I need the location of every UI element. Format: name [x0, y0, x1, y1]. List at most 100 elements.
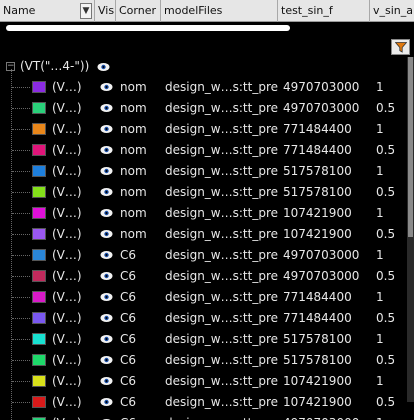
column-header-vis[interactable]: Vis — [95, 0, 116, 22]
table-row[interactable]: (V…) C6 design_w…s:tt_pre 517578100 0.5 — [0, 350, 414, 371]
eye-icon[interactable] — [100, 313, 113, 323]
color-swatch[interactable] — [32, 228, 46, 240]
row-name: (V…) — [52, 206, 82, 220]
table-row[interactable]: (V…) nom design_w…s:tt_pre 517578100 0.5 — [0, 182, 414, 203]
signal-list: (V…) nom design_w…s:tt_pre 4970703000 1 (V…) n… — [0, 77, 414, 420]
column-label-name: Name — [3, 4, 36, 17]
eye-icon[interactable] — [100, 208, 113, 218]
row-model-file: design_w…s:tt_pre — [165, 395, 278, 409]
column-label-test-sin-f: test_sin_f — [281, 4, 333, 17]
table-row[interactable]: (V…) C6 design_w…s:tt_pre 4970703000 1 — [0, 413, 414, 420]
row-v-sin-amp: 1 — [376, 122, 384, 136]
row-test-sin-f: 4970703000 — [283, 269, 360, 283]
table-row[interactable]: (V…) nom design_w…s:tt_pre 107421900 0.5 — [0, 224, 414, 245]
row-test-sin-f: 4970703000 — [283, 416, 359, 420]
column-header-v-sin-amp[interactable]: v_sin_ar — [370, 0, 414, 22]
color-swatch[interactable] — [32, 186, 46, 198]
row-v-sin-amp: 0.5 — [376, 185, 396, 199]
column-header-test-sin-f[interactable]: test_sin_f — [278, 0, 370, 22]
eye-icon[interactable] — [100, 166, 113, 176]
table-row[interactable]: (V…) nom design_w…s:tt_pre 771484400 0.5 — [0, 140, 414, 161]
eye-icon[interactable] — [100, 250, 113, 260]
filter-button[interactable] — [391, 39, 410, 55]
row-test-sin-f: 517578100 — [283, 164, 352, 178]
row-v-sin-amp: 0.5 — [376, 353, 396, 367]
eye-icon[interactable] — [100, 82, 113, 92]
table-row[interactable]: (V…) C6 design_w…s:tt_pre 4970703000 1 — [0, 245, 414, 266]
row-v-sin-amp: 1 — [376, 332, 384, 346]
table-row[interactable]: (V…) nom design_w…s:tt_pre 771484400 1 — [0, 119, 414, 140]
horizontal-scrollbar-thumb[interactable] — [6, 25, 290, 31]
table-row[interactable]: (V…) nom design_w…s:tt_pre 517578100 1 — [0, 161, 414, 182]
table-row[interactable]: (V…) nom design_w…s:tt_pre 4970703000 1 — [0, 77, 414, 98]
vertical-scrollbar[interactable] — [407, 57, 414, 402]
row-test-sin-f: 4970703000 — [283, 248, 360, 262]
row-model-file: design_w…s:tt_pre — [165, 227, 278, 241]
eye-icon[interactable] — [100, 103, 113, 113]
eye-icon[interactable] — [100, 145, 113, 155]
column-header-modelfiles[interactable]: modelFiles — [161, 0, 278, 22]
tree-group-row[interactable]: − (VT("…4-")) — [0, 57, 414, 77]
table-row[interactable]: (V…) C6 design_w…s:tt_pre 107421900 1 — [0, 371, 414, 392]
row-test-sin-f: 4970703000 — [283, 101, 360, 115]
eye-icon[interactable] — [100, 229, 113, 239]
color-swatch[interactable] — [32, 165, 46, 177]
row-name: (V…) — [52, 290, 82, 304]
collapse-toggle[interactable]: − — [6, 62, 15, 71]
color-swatch[interactable] — [32, 102, 46, 114]
sort-down-icon[interactable]: ▼ — [80, 3, 92, 19]
color-swatch[interactable] — [32, 354, 46, 366]
horizontal-scrollbar[interactable] — [0, 22, 414, 34]
row-name: (V…) — [52, 185, 82, 199]
row-name: (V…) — [52, 395, 82, 409]
row-corner: C6 — [120, 269, 137, 283]
row-v-sin-amp: 1 — [376, 206, 384, 220]
eye-icon[interactable] — [100, 355, 113, 365]
row-test-sin-f: 771484400 — [283, 290, 352, 304]
eye-icon[interactable] — [100, 397, 113, 407]
column-label-v-sin-amp: v_sin_ar — [373, 4, 414, 17]
row-v-sin-amp: 0.5 — [376, 311, 396, 325]
table-row[interactable]: (V…) C6 design_w…s:tt_pre 771484400 0.5 — [0, 308, 414, 329]
color-swatch[interactable] — [32, 396, 46, 408]
tree-branch-line — [12, 213, 30, 214]
eye-icon[interactable] — [100, 334, 113, 344]
table-row[interactable]: (V…) C6 design_w…s:tt_pre 771484400 1 — [0, 287, 414, 308]
row-v-sin-amp: 0.5 — [376, 395, 396, 409]
color-swatch[interactable] — [32, 123, 46, 135]
color-swatch[interactable] — [32, 333, 46, 345]
eye-icon[interactable] — [100, 292, 113, 302]
row-model-file: design_w…s:tt_pre — [165, 185, 278, 199]
row-model-file: design_w…s:tt_pre — [165, 311, 278, 325]
color-swatch[interactable] — [32, 81, 46, 93]
row-corner: C6 — [120, 395, 137, 409]
eye-icon[interactable] — [100, 376, 113, 386]
row-v-sin-amp: 1 — [376, 416, 384, 420]
eye-icon[interactable] — [100, 187, 113, 197]
eye-icon[interactable] — [100, 124, 113, 134]
row-v-sin-amp: 1 — [376, 80, 384, 94]
tree-branch-line — [12, 255, 30, 256]
row-model-file: design_w…s:tt_pre — [165, 332, 278, 346]
row-corner: C6 — [120, 311, 137, 325]
row-name: (V…) — [52, 332, 82, 346]
vertical-scrollbar-thumb[interactable] — [408, 57, 413, 237]
tree-branch-line — [12, 129, 30, 130]
column-header-corner[interactable]: Corner — [116, 0, 161, 22]
eye-icon[interactable] — [100, 271, 113, 281]
column-label-corner: Corner — [119, 4, 157, 17]
table-row[interactable]: (V…) nom design_w…s:tt_pre 107421900 1 — [0, 203, 414, 224]
color-swatch[interactable] — [32, 249, 46, 261]
eye-icon[interactable] — [97, 62, 110, 72]
table-row[interactable]: (V…) C6 design_w…s:tt_pre 4970703000 0.5 — [0, 266, 414, 287]
color-swatch[interactable] — [32, 144, 46, 156]
color-swatch[interactable] — [32, 291, 46, 303]
color-swatch[interactable] — [32, 270, 46, 282]
table-row[interactable]: (V…) C6 design_w…s:tt_pre 107421900 0.5 — [0, 392, 414, 413]
color-swatch[interactable] — [32, 207, 46, 219]
row-test-sin-f: 517578100 — [283, 332, 352, 346]
color-swatch[interactable] — [32, 375, 46, 387]
table-row[interactable]: (V…) C6 design_w…s:tt_pre 517578100 1 — [0, 329, 414, 350]
table-row[interactable]: (V…) nom design_w…s:tt_pre 4970703000 0.5 — [0, 98, 414, 119]
color-swatch[interactable] — [32, 312, 46, 324]
